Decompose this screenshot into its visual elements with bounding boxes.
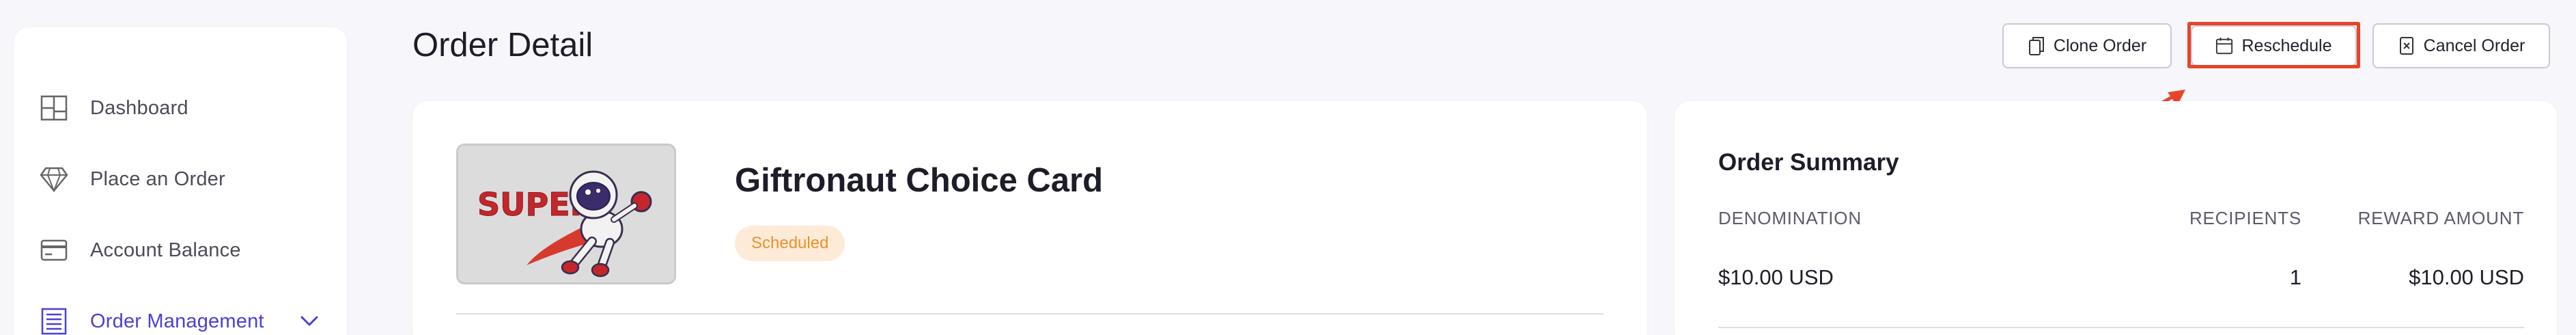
chevron-down-icon[interactable] xyxy=(299,311,320,332)
denomination-value: $10.00 USD xyxy=(1718,265,1834,289)
cancel-order-label: Cancel Order xyxy=(2423,36,2525,55)
clone-order-button[interactable]: Clone Order xyxy=(2002,23,2172,68)
sidebar-item-label: Place an Order xyxy=(90,168,225,190)
product-name: Giftronaut Choice Card xyxy=(735,162,1104,199)
diamond-icon xyxy=(40,165,68,193)
cancel-order-button[interactable]: Cancel Order xyxy=(2372,23,2550,68)
sidebar-item-label: Account Balance xyxy=(90,239,241,261)
sidebar-item-label: Dashboard xyxy=(90,96,188,119)
product-image: SUPER! xyxy=(456,144,676,284)
sidebar: Dashboard Place an Order Account Balance… xyxy=(14,27,347,335)
sidebar-item-label: Order Management xyxy=(90,310,264,332)
recipients-header: RECIPIENTS xyxy=(2189,208,2301,228)
divider xyxy=(1718,327,2524,328)
sidebar-item-account-balance[interactable]: Account Balance xyxy=(14,223,347,278)
list-document-icon xyxy=(40,307,68,335)
sidebar-item-dashboard[interactable]: Dashboard xyxy=(14,81,347,135)
clone-order-label: Clone Order xyxy=(2053,36,2147,55)
dashboard-layout-icon xyxy=(40,94,68,122)
credit-card-icon xyxy=(40,236,68,265)
copy-icon xyxy=(2028,36,2045,56)
reward-amount-header: REWARD AMOUNT xyxy=(2357,208,2524,228)
denomination-header: DENOMINATION xyxy=(1718,208,1862,228)
reschedule-label: Reschedule xyxy=(2241,36,2332,55)
order-detail-card: SUPER! Giftronaut Choice Card Scheduled xyxy=(412,101,1647,335)
calendar-icon xyxy=(2215,36,2233,56)
reschedule-button[interactable]: Reschedule xyxy=(2191,25,2357,66)
order-summary-title: Order Summary xyxy=(1718,149,1899,176)
sidebar-item-order-management[interactable]: Order Management xyxy=(14,294,347,335)
status-badge: Scheduled xyxy=(735,226,845,261)
recipients-value: 1 xyxy=(2289,265,2301,289)
cancel-document-icon xyxy=(2398,36,2416,56)
order-summary-card: Order Summary DENOMINATION RECIPIENTS RE… xyxy=(1675,101,2557,335)
sidebar-item-place-order[interactable]: Place an Order xyxy=(14,152,347,206)
page-title: Order Detail xyxy=(412,27,593,64)
reward-amount-value: $10.00 USD xyxy=(2409,265,2524,289)
divider xyxy=(456,313,1604,314)
